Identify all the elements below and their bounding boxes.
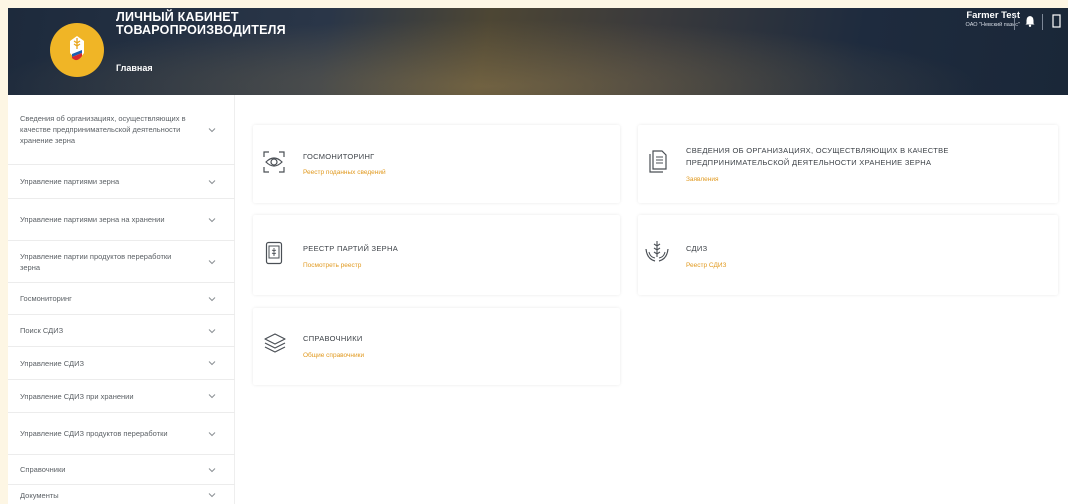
sidebar-item-sdiz-management[interactable]: Управление СДИЗ — [8, 347, 235, 380]
sidebar-item-label: Управление партии продуктов переработки … — [20, 251, 172, 272]
sidebar-item-directories[interactable]: Справочники — [8, 455, 235, 485]
card-grain-registry[interactable]: РЕЕСТР ПАРТИЙ ЗЕРНА Посмотреть реестр — [253, 215, 620, 295]
sidebar-item-label: Справочники — [20, 465, 66, 474]
chevron-down-icon — [208, 328, 216, 333]
wheat-hands-icon — [645, 241, 669, 262]
card-gosmonitoring[interactable]: ГОСМОНИТОРИНГ Реестр поданных сведений — [253, 125, 620, 203]
card-title: ГОСМОНИТОРИНГ — [303, 152, 375, 161]
chevron-down-icon — [208, 361, 216, 366]
sidebar-item-gosmonitoring[interactable]: Госмониторинг — [8, 283, 235, 315]
app-title-line2: ТОВАРОПРОИЗВОДИТЕЛЯ — [116, 23, 286, 37]
bell-icon[interactable] — [1025, 14, 1035, 32]
card-title: СПРАВОЧНИКИ — [303, 334, 363, 343]
card-title: РЕЕСТР ПАРТИЙ ЗЕРНА — [303, 244, 399, 253]
sidebar-item-grain-storage[interactable]: Управление партиями зерна на хранении — [8, 199, 235, 241]
sidebar-item-processed-products[interactable]: Управление партии продуктов переработки … — [8, 241, 235, 283]
sidebar-item-grain-batches[interactable]: Управление партиями зерна — [8, 165, 235, 199]
sidebar-item-organizations[interactable]: Сведения об организациях, осуществляющих… — [8, 95, 235, 165]
chevron-down-icon — [208, 259, 216, 264]
sidebar-item-label: Управление СДИЗ при хранении — [20, 391, 134, 401]
card-title: СДИЗ — [686, 244, 708, 253]
documents-icon — [649, 150, 667, 173]
card-title: СВЕДЕНИЯ ОБ ОРГАНИЗАЦИЯХ, ОСУЩЕСТВЛЯЮЩИХ… — [686, 146, 949, 167]
layers-icon — [264, 333, 286, 353]
card-link[interactable]: Реестр поданных сведений — [303, 169, 386, 176]
sidebar-item-sdiz-search[interactable]: Поиск СДИЗ — [8, 315, 235, 347]
chevron-down-icon — [208, 431, 216, 436]
sidebar-item-sdiz-processed[interactable]: Управление СДИЗ продуктов переработки — [8, 413, 235, 455]
user-info[interactable]: Farmer Test ОАО "Невский пазис" — [966, 10, 1020, 28]
eye-scan-icon — [263, 151, 285, 173]
sidebar-item-label: Поиск СДИЗ — [20, 326, 64, 335]
app-title: ЛИЧНЫЙ КАБИНЕТ ТОВАРОПРОИЗВОДИТЕЛЯ — [116, 11, 286, 37]
header-divider — [1014, 14, 1015, 30]
chevron-down-icon — [208, 493, 216, 498]
logout-icon[interactable] — [1052, 14, 1062, 33]
card-link[interactable]: Заявления — [686, 176, 719, 183]
card-link[interactable]: Реестр СДИЗ — [686, 262, 726, 269]
sidebar-item-label: Сведения об организациях, осуществляющих… — [20, 114, 186, 145]
header-banner: ЛИЧНЫЙ КАБИНЕТ ТОВАРОПРОИЗВОДИТЕЛЯ Главн… — [8, 8, 1068, 95]
emblem-icon[interactable] — [50, 23, 104, 77]
chevron-down-icon — [208, 127, 216, 132]
chevron-down-icon — [208, 296, 216, 301]
user-name: Farmer Test — [966, 10, 1020, 21]
chevron-down-icon — [208, 179, 216, 184]
sidebar-item-label: Управление СДИЗ — [20, 358, 85, 368]
chevron-down-icon — [208, 217, 216, 222]
app-frame: ЛИЧНЫЙ КАБИНЕТ ТОВАРОПРОИЗВОДИТЕЛЯ Главн… — [8, 8, 1068, 504]
card-organizations[interactable]: СВЕДЕНИЯ ОБ ОРГАНИЗАЦИЯХ, ОСУЩЕСТВЛЯЮЩИХ… — [638, 125, 1058, 203]
sidebar-item-label: Управление СДИЗ продуктов переработки — [20, 429, 168, 438]
sidebar-item-label: Управление партиями зерна на хранении — [20, 215, 165, 224]
card-directories[interactable]: СПРАВОЧНИКИ Общие справочники — [253, 308, 620, 385]
user-organization: ОАО "Невский пазис" — [965, 22, 1020, 28]
chevron-down-icon — [208, 394, 216, 399]
sidebar-item-label: Управление партиями зерна — [20, 177, 120, 186]
card-sdiz[interactable]: СДИЗ Реестр СДИЗ — [638, 215, 1058, 295]
sidebar-item-label: Госмониторинг — [20, 294, 72, 303]
card-link[interactable]: Посмотреть реестр — [303, 262, 361, 269]
chevron-down-icon — [208, 467, 216, 472]
header-divider — [1042, 14, 1043, 30]
grain-box-icon — [265, 241, 283, 265]
sidebar-item-documents[interactable]: Документы — [8, 485, 235, 504]
nav-home-link[interactable]: Главная — [116, 63, 153, 73]
sidebar-item-sdiz-storage[interactable]: Управление СДИЗ при хранении — [8, 380, 235, 413]
sidebar-item-label: Документы — [20, 490, 59, 500]
card-link[interactable]: Общие справочники — [303, 352, 364, 359]
sidebar-menu: Сведения об организациях, осуществляющих… — [8, 95, 235, 504]
